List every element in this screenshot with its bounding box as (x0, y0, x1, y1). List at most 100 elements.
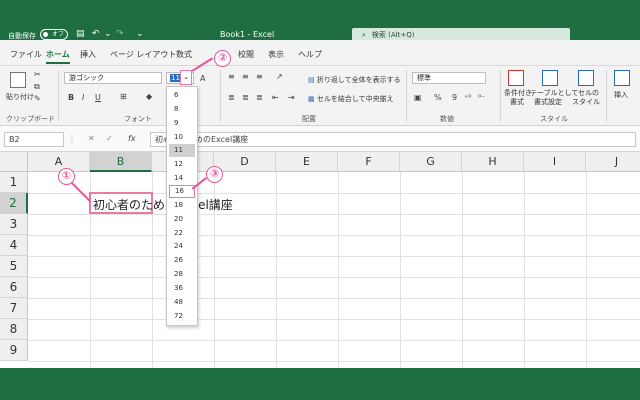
row-header-6[interactable]: 6 (0, 277, 28, 298)
more-options-icon[interactable]: ⋮ (68, 134, 76, 143)
column-header-a[interactable]: A (28, 152, 90, 172)
enter-icon[interactable]: ✓ (106, 134, 113, 143)
column-header-h[interactable]: H (462, 152, 524, 172)
formula-bar: B2 ⋮ ✕ ✓ fx 初心者のためのExcel講座 (0, 126, 640, 152)
column-header-g[interactable]: G (400, 152, 462, 172)
cell-styles-label-2[interactable]: スタイル (572, 97, 600, 107)
column-header-f[interactable]: F (338, 152, 400, 172)
undo-dropdown-icon[interactable]: ⌄ (104, 29, 112, 39)
underline-button[interactable]: U (95, 93, 101, 102)
cancel-icon[interactable]: ✕ (88, 134, 95, 143)
increase-indent-icon[interactable]: ⇥ (288, 93, 295, 102)
conditional-format-icon[interactable] (508, 70, 524, 86)
align-middle-icon[interactable]: ≡ (242, 72, 249, 81)
align-left-icon[interactable]: ≣ (228, 93, 235, 102)
tab-help[interactable]: ヘルプ (298, 49, 322, 60)
wrap-text-button[interactable]: ▤ 折り返して全体を表示する (308, 75, 401, 85)
font-size-option[interactable]: 24 (169, 240, 195, 253)
align-right-icon[interactable]: ≣ (256, 93, 263, 102)
tab-insert[interactable]: 挿入 (80, 49, 96, 60)
resize-grip-icon[interactable]: ⋯ (169, 317, 195, 324)
orientation-icon[interactable]: ↗ (276, 72, 283, 81)
font-size-option[interactable]: 48 (169, 296, 195, 309)
tab-home[interactable]: ホーム (46, 49, 70, 64)
group-divider (220, 70, 221, 122)
font-size-option[interactable]: 36 (169, 282, 195, 295)
font-size-option[interactable]: 22 (169, 227, 195, 240)
format-painter-icon[interactable]: ✎ (34, 94, 41, 103)
font-size-dropdown-button[interactable]: ⌄ (180, 70, 192, 85)
fill-color-icon[interactable]: ◆ (146, 92, 152, 101)
font-name-select[interactable]: 游ゴシック (64, 72, 162, 84)
insert-cells-button[interactable]: 挿入 (614, 90, 628, 100)
merge-center-button[interactable]: ▦ セルを結合して中央揃え (308, 94, 394, 104)
row-header-7[interactable]: 7 (0, 298, 28, 319)
align-top-icon[interactable]: ≡ (228, 72, 235, 81)
font-size-option[interactable]: 18 (169, 199, 195, 212)
decrease-decimal-icon[interactable]: ⁰⁻ (478, 93, 485, 102)
row-header-1[interactable]: 1 (0, 172, 28, 193)
cell-styles-icon[interactable] (578, 70, 594, 86)
decrease-indent-icon[interactable]: ⇤ (272, 93, 279, 102)
column-header-i[interactable]: I (524, 152, 586, 172)
row-header-8[interactable]: 8 (0, 319, 28, 340)
tab-view[interactable]: 表示 (268, 49, 284, 60)
insert-cells-icon[interactable] (614, 70, 630, 86)
tab-page-layout[interactable]: ページ レイアウト (110, 49, 176, 60)
row-header-2[interactable]: 2 (0, 193, 28, 214)
font-size-option[interactable]: 9 (169, 117, 195, 130)
name-box[interactable]: B2 (4, 132, 64, 147)
undo-icon[interactable]: ↶ (92, 29, 100, 39)
font-size-option[interactable]: 6 (169, 89, 195, 102)
paste-icon[interactable] (10, 72, 26, 88)
formula-input[interactable]: 初心者のためのExcel講座 (150, 132, 636, 147)
font-size-option[interactable]: 12 (169, 158, 195, 171)
font-size-option[interactable]: 8 (169, 103, 195, 116)
font-size-option[interactable]: 20 (169, 213, 195, 226)
font-size-option[interactable]: 28 (169, 268, 195, 281)
row-header-5[interactable]: 5 (0, 256, 28, 277)
format-as-table-label-2[interactable]: 書式設定 (534, 97, 562, 107)
align-bottom-icon[interactable]: ≡ (256, 72, 263, 81)
column-header-d[interactable]: D (214, 152, 276, 172)
worksheet-grid[interactable]: A B C D E F G H I J 1 2 3 4 5 6 7 8 9 初心… (0, 152, 640, 368)
cut-icon[interactable]: ✂ (34, 70, 41, 79)
italic-button[interactable]: I (82, 93, 84, 102)
font-size-option[interactable]: 10 (169, 131, 195, 144)
borders-icon[interactable]: ⊞ (120, 92, 127, 101)
comma-style-icon[interactable]: 9 (452, 93, 457, 102)
tab-formulas[interactable]: 数式 (176, 49, 192, 60)
grid-line (276, 172, 277, 368)
autosave-toggle[interactable]: オフ (40, 29, 68, 40)
select-all-corner[interactable] (0, 152, 28, 172)
bold-button[interactable]: B (68, 93, 74, 102)
column-header-j[interactable]: J (586, 152, 640, 172)
row-header-9[interactable]: 9 (0, 340, 28, 361)
number-format-select[interactable]: 標準 (412, 72, 486, 84)
customize-toolbar-icon[interactable]: ⌄ (136, 29, 144, 39)
step-2-marker: ② (214, 50, 231, 67)
tab-file[interactable]: ファイル (10, 49, 42, 60)
font-size-option-current[interactable]: 11 (169, 144, 195, 157)
font-size-option[interactable]: 14 (169, 172, 195, 185)
row-header-4[interactable]: 4 (0, 235, 28, 256)
paste-button[interactable]: 貼り付け (6, 92, 34, 102)
conditional-format-label-2[interactable]: 書式 (510, 97, 524, 107)
currency-icon[interactable]: ▣ (414, 93, 422, 102)
increase-decimal-icon[interactable]: ⁺⁰ (464, 93, 471, 102)
column-header-e[interactable]: E (276, 152, 338, 172)
save-icon[interactable]: ▤ (76, 29, 85, 39)
decrease-font-icon[interactable]: A (200, 74, 205, 83)
percent-icon[interactable]: % (434, 93, 442, 102)
grid-line (400, 172, 401, 368)
insert-function-icon[interactable]: fx (128, 134, 136, 143)
tab-review[interactable]: 校閲 (238, 49, 254, 60)
copy-icon[interactable]: ⧉ (34, 82, 40, 92)
column-header-b[interactable]: B (90, 152, 152, 172)
row-header-3[interactable]: 3 (0, 214, 28, 235)
redo-icon[interactable]: ↷ (116, 29, 124, 39)
font-size-option[interactable]: 26 (169, 254, 195, 267)
format-as-table-icon[interactable] (542, 70, 558, 86)
align-center-icon[interactable]: ≣ (242, 93, 249, 102)
title-bar: 自動保存 オフ ▤ ↶ ⌄ ↷ ⌄ Book1 - Excel ⌕ 検索 (Alt… (0, 0, 640, 42)
